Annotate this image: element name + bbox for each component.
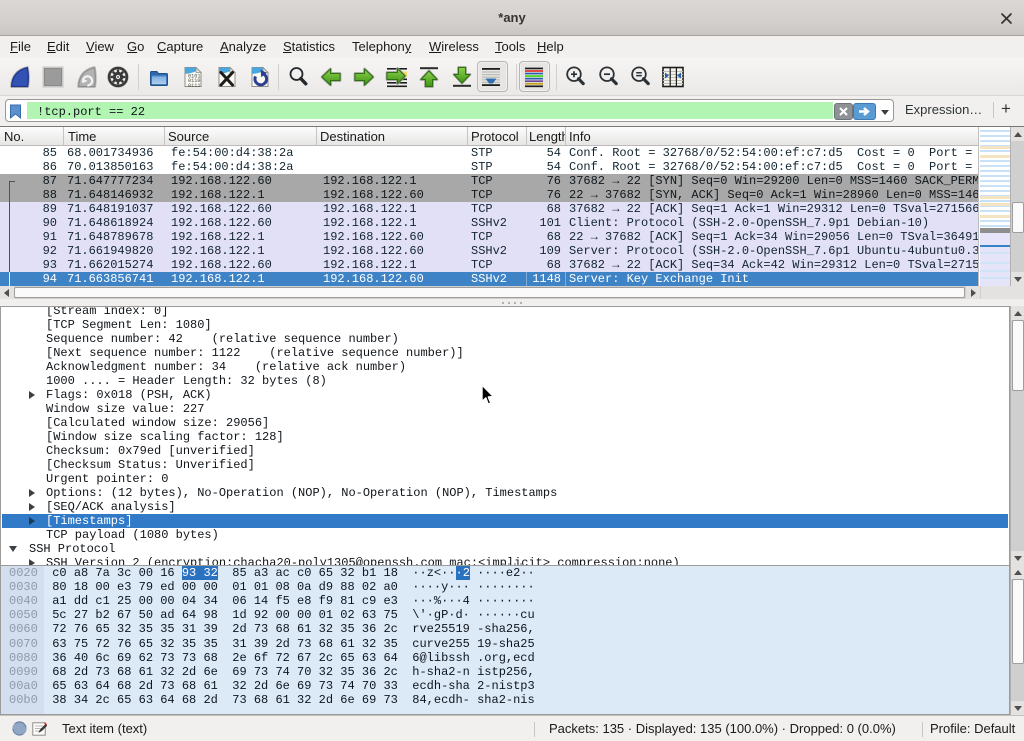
svg-text:0111: 0111 bbox=[188, 83, 200, 89]
